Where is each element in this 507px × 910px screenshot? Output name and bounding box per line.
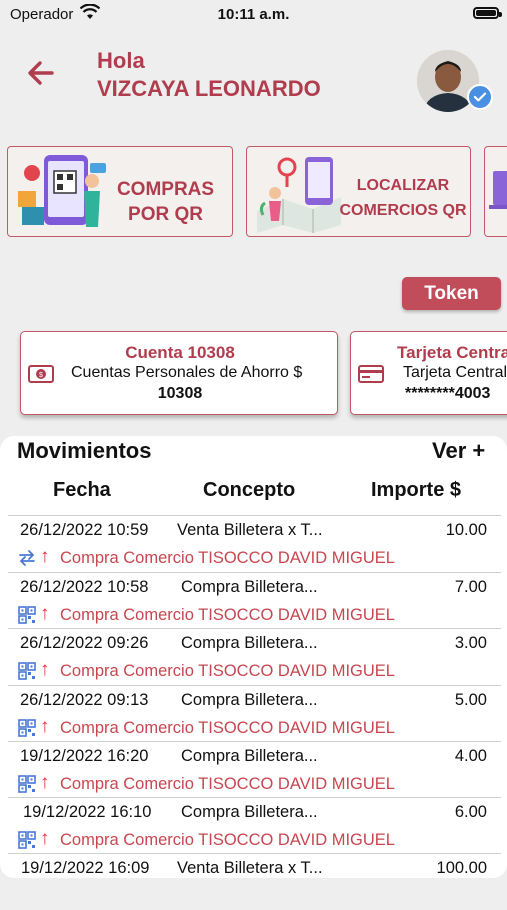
qr-icon: [18, 719, 36, 737]
greeting-label: Hola: [97, 48, 145, 73]
clock: 10:11 a.m.: [217, 6, 290, 23]
outgoing-arrow-icon: ↑: [40, 603, 50, 624]
locate-merchants-label-line1: LOCALIZAR: [356, 177, 450, 194]
account-title: Cuenta 10308: [125, 343, 235, 362]
status-bar: Operador 10:11 a.m.: [0, 0, 507, 28]
outgoing-arrow-icon: ↑: [40, 828, 50, 849]
qr-purchase-card[interactable]: COMPRAS POR QR: [7, 146, 233, 237]
row-concept: Venta Billetera x T...: [177, 859, 323, 877]
row-date: 26/12/2022 10:59: [20, 521, 149, 539]
row-amount: 4.00: [454, 747, 487, 765]
qr-icon: [18, 775, 36, 793]
back-arrow-icon[interactable]: [26, 58, 56, 88]
credit-card-icon: [358, 365, 384, 383]
qr-shopping-illustration-icon: [18, 155, 106, 227]
column-header-date: Fecha: [53, 479, 111, 501]
row-amount: 7.00: [454, 578, 487, 596]
battery-icon: [473, 7, 502, 19]
table-row[interactable]: 26/12/2022 10:59 Venta Billetera x T... 10…: [8, 515, 501, 572]
row-concept: Compra Billetera...: [181, 634, 318, 652]
row-concept: Compra Billetera...: [181, 691, 318, 709]
row-date: 26/12/2022 10:58: [20, 578, 149, 596]
row-amount: 10.00: [445, 521, 487, 539]
outgoing-arrow-icon: ↑: [40, 716, 50, 737]
row-concept: Compra Billetera...: [181, 578, 318, 596]
account-type: Cuentas Personales de Ahorro $: [71, 364, 303, 381]
token-button[interactable]: Token: [402, 277, 501, 310]
row-date: 19/12/2022 16:09: [21, 859, 150, 877]
table-row[interactable]: 26/12/2022 09:13 Compra Billetera... 5.00 ↑…: [8, 685, 501, 742]
qr-icon: [18, 662, 36, 680]
map-location-illustration-icon: [257, 157, 341, 233]
row-concept: Venta Billetera x T...: [177, 521, 323, 539]
row-date: 19/12/2022 16:20: [20, 747, 149, 765]
qr-icon: [18, 606, 36, 624]
outgoing-arrow-icon: ↑: [40, 772, 50, 793]
row-amount: 100.00: [436, 859, 487, 877]
see-more-link[interactable]: Ver +: [432, 438, 485, 464]
qr-purchase-label-line1: COMPRAS: [116, 179, 215, 200]
qr-purchase-label-line2: POR QR: [128, 204, 203, 225]
row-date: 26/12/2022 09:26: [20, 634, 149, 652]
transfer-icon: [19, 550, 35, 566]
row-description: Compra Comercio TISOCCO DAVID MIGUEL: [60, 606, 395, 624]
row-description: Compra Comercio TISOCCO DAVID MIGUEL: [60, 831, 395, 849]
row-amount: 5.00: [454, 691, 487, 709]
column-header-amount: Importe $: [371, 479, 462, 501]
table-row[interactable]: 19/12/2022 16:20 Compra Billetera... 4.00 ↑…: [8, 741, 501, 798]
verified-badge-icon: [467, 84, 493, 110]
row-amount: 3.00: [454, 634, 487, 652]
cash-icon: $: [28, 365, 54, 383]
greeting: Hola VIZCAYA LEONARDO: [97, 47, 321, 103]
card-title: Tarjeta Central: [397, 343, 507, 362]
account-number: 10308: [157, 385, 203, 402]
table-row[interactable]: 19/12/2022 16:09 Venta Billetera x T... 10…: [8, 853, 501, 910]
table-row[interactable]: 19/12/2022 16:10 Compra Billetera... 6.00 ↑…: [8, 797, 501, 854]
row-concept: Compra Billetera...: [181, 803, 318, 821]
locate-merchants-label-line2: COMERCIOS QR: [339, 202, 467, 219]
row-concept: Compra Billetera...: [181, 747, 318, 765]
table-row[interactable]: 26/12/2022 09:26 Compra Billetera... 3.00 ↑…: [8, 628, 501, 685]
laptop-illustration-icon: [489, 171, 507, 209]
outgoing-arrow-icon: ↑: [40, 546, 50, 567]
svg-text:$: $: [39, 372, 43, 379]
card-tarjeta-central[interactable]: Tarjeta Central Tarjeta Central ********…: [350, 331, 507, 415]
row-description: Compra Comercio TISOCCO DAVID MIGUEL: [60, 719, 395, 737]
row-description: Compra Comercio TISOCCO DAVID MIGUEL: [60, 662, 395, 680]
row-amount: 6.00: [454, 803, 487, 821]
row-description: Compra Comercio TISOCCO DAVID MIGUEL: [60, 775, 395, 793]
qr-icon: [18, 831, 36, 849]
outgoing-arrow-icon: ↑: [40, 659, 50, 680]
account-card-savings[interactable]: Cuenta 10308 $ Cuentas Personales de Aho…: [20, 331, 338, 415]
row-date: 19/12/2022 16:10: [23, 803, 152, 821]
table-row[interactable]: 26/12/2022 10:58 Compra Billetera... 7.00 ↑…: [8, 572, 501, 629]
user-name: VIZCAYA LEONARDO: [97, 76, 321, 101]
locate-merchants-card[interactable]: LOCALIZAR COMERCIOS QR: [246, 146, 471, 237]
card-number: ********4003: [405, 385, 491, 402]
card-type: Tarjeta Central: [403, 364, 507, 381]
third-action-card[interactable]: [484, 146, 507, 237]
column-header-concept: Concepto: [203, 479, 296, 501]
row-date: 26/12/2022 09:13: [20, 691, 149, 709]
row-description: Compra Comercio TISOCCO DAVID MIGUEL: [60, 549, 395, 567]
movements-title: Movimientos: [17, 438, 152, 463]
